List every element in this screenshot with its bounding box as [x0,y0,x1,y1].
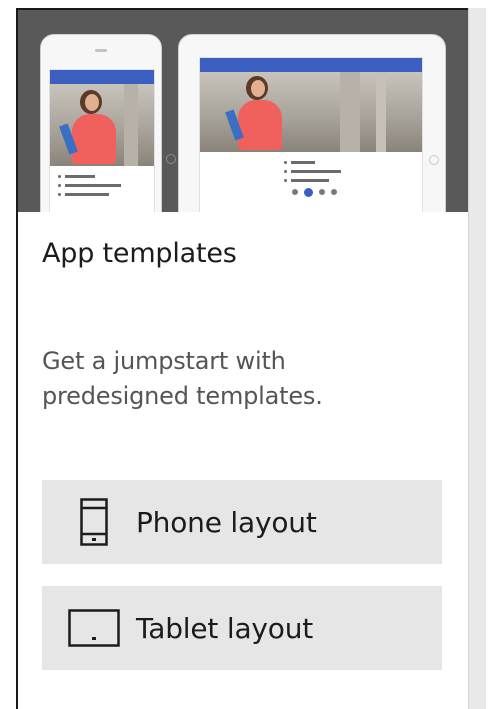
preview-text-lines [200,152,422,203]
panel-scrollbar[interactable] [468,8,486,709]
tablet-layout-button[interactable]: Tablet layout [42,586,442,670]
preview-left-arrow-icon [166,154,176,164]
preview-photo [200,72,422,152]
phone-template-preview [40,34,162,212]
app-templates-panel: App templates Get a jumpstart with prede… [16,8,470,709]
tablet-preview-screen [199,57,423,212]
preview-right-arrow-icon [429,155,439,165]
preview-photo [50,84,154,166]
preview-nav-dots [284,188,414,197]
tablet-layout-label: Tablet layout [136,611,314,645]
phone-preview-screen [49,69,155,212]
preview-header-bar [50,70,154,84]
phone-speaker [95,49,107,52]
preview-text-lines [50,166,154,205]
panel-title: App templates [42,238,237,269]
preview-header-bar [200,58,422,72]
template-preview-banner [18,10,470,212]
phone-layout-button[interactable]: Phone layout [42,480,442,564]
phone-icon [66,494,122,550]
phone-layout-label: Phone layout [136,505,317,539]
tablet-icon [66,600,122,656]
tablet-template-preview [178,34,446,212]
panel-description: Get a jumpstart with predesigned templat… [42,347,323,410]
